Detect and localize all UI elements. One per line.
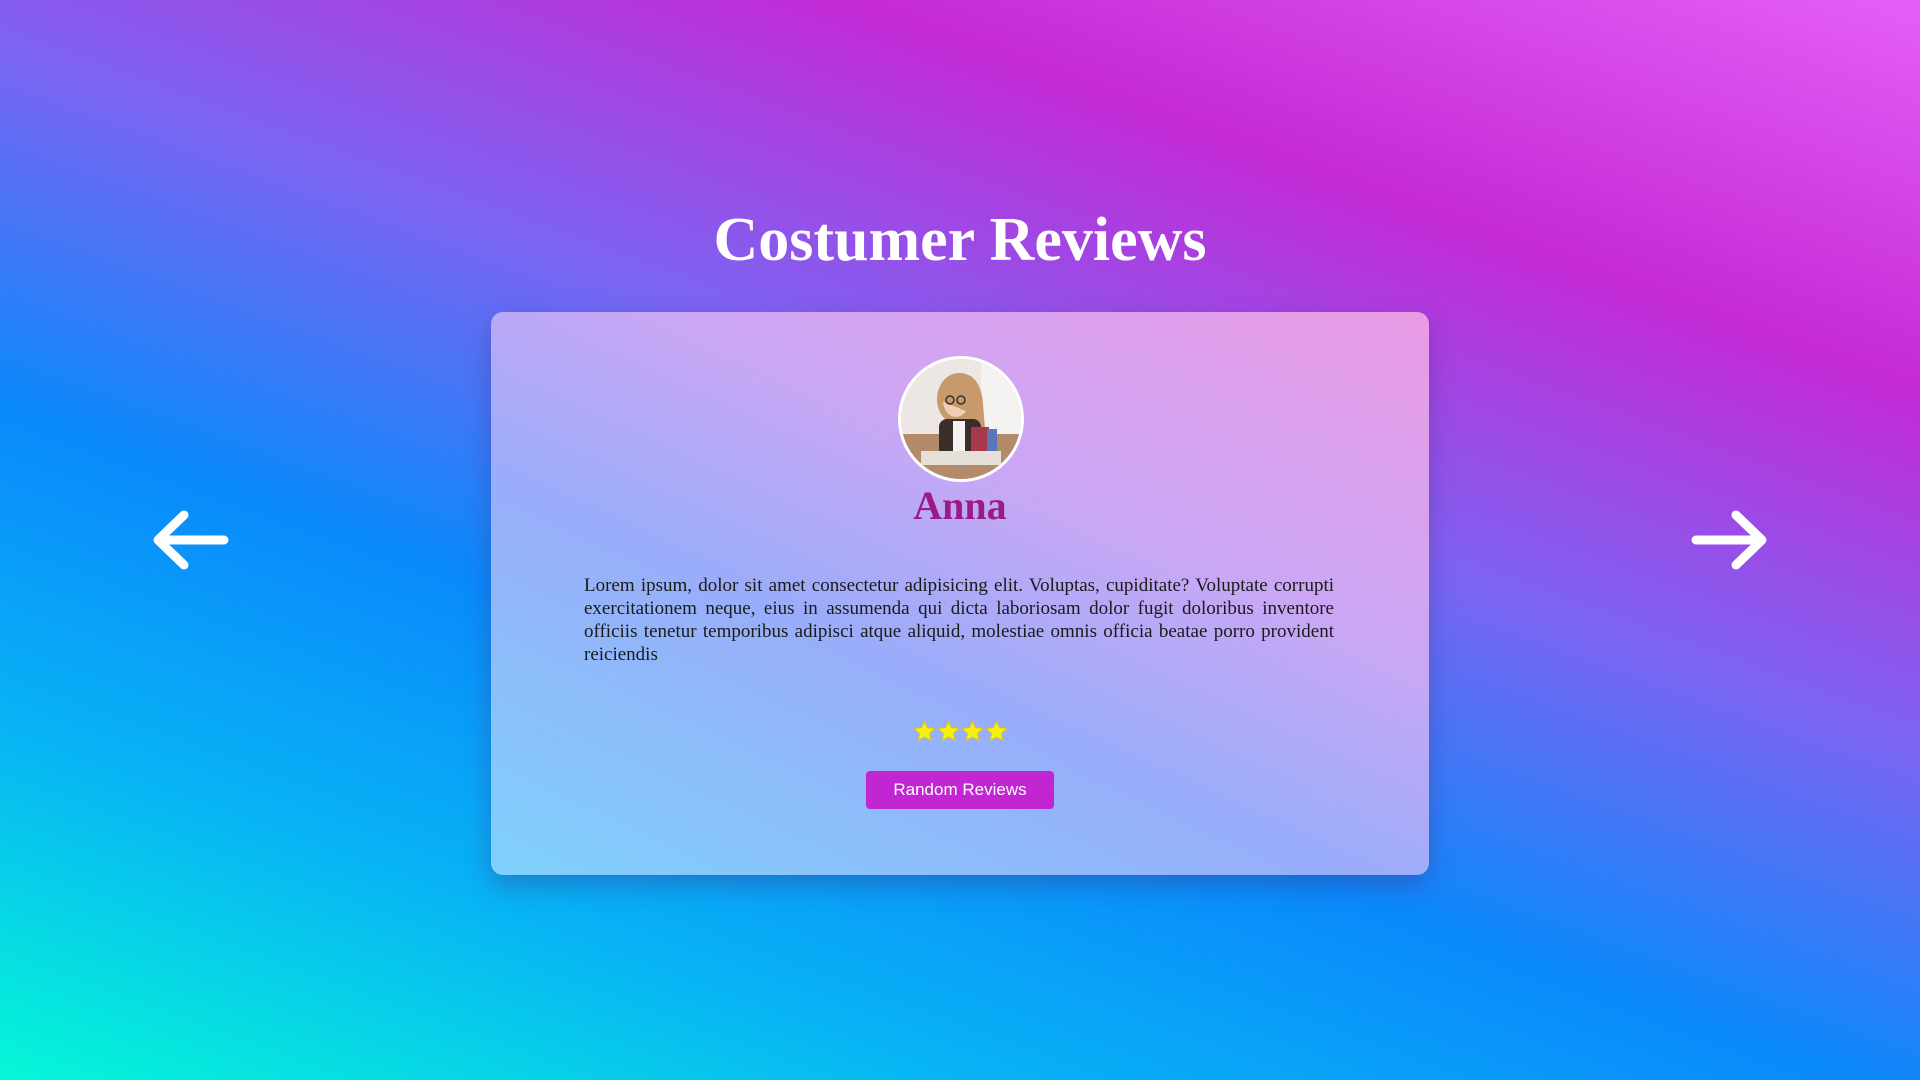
review-text: Lorem ipsum, dolor sit amet consectetur …: [584, 575, 1334, 665]
arrow-right-icon: [1691, 510, 1767, 570]
star-icon: [961, 720, 984, 743]
star-icon: [913, 720, 936, 743]
review-card: Anna Lorem ipsum, dolor sit amet consect…: [491, 312, 1429, 875]
user-photo: [901, 359, 1021, 479]
random-reviews-button[interactable]: Random Reviews: [866, 771, 1054, 809]
star-icon: [937, 720, 960, 743]
page-title: Costumer Reviews: [713, 206, 1207, 274]
reviewer-name: Anna: [913, 483, 1007, 528]
prev-review-button[interactable]: [150, 505, 230, 575]
avatar: [898, 356, 1024, 482]
star-icon: [985, 720, 1008, 743]
arrow-left-icon: [153, 510, 229, 570]
next-review-button[interactable]: [1690, 505, 1770, 575]
rating-stars: [491, 720, 1429, 743]
